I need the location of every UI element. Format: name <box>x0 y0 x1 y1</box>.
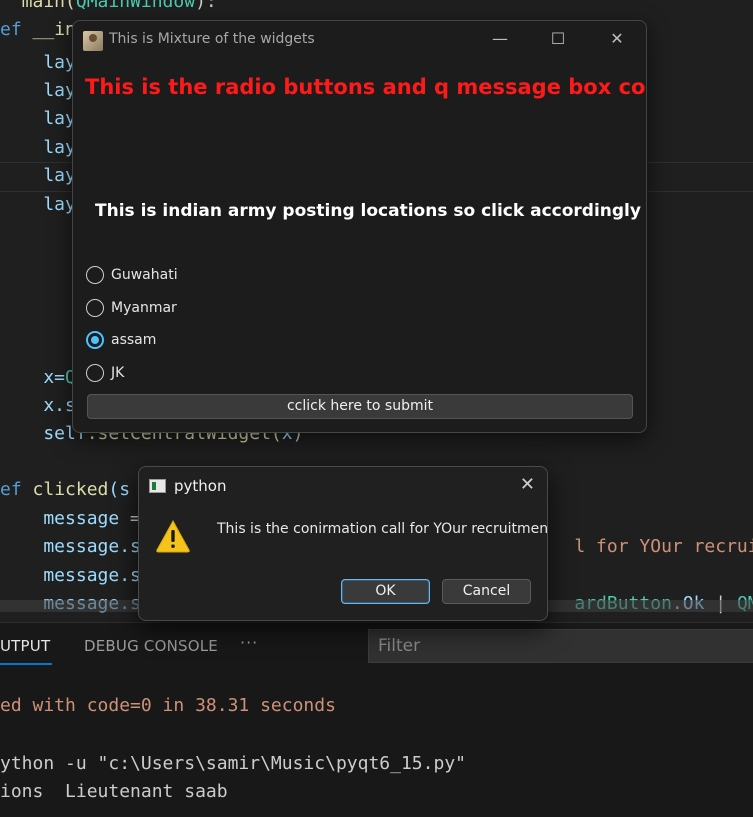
radio-indicator[interactable] <box>86 364 104 382</box>
close-icon[interactable]: ✕ <box>520 474 535 495</box>
cancel-button[interactable]: Cancel <box>442 579 531 604</box>
ok-button[interactable]: OK <box>341 579 430 604</box>
code-line: lay <box>0 108 76 129</box>
radio-indicator[interactable] <box>86 266 104 284</box>
filter-input[interactable]: Filter <box>368 629 753 663</box>
window-title: This is Mixture of the widgets <box>109 31 315 47</box>
maximize-icon[interactable]: ☐ <box>544 28 572 50</box>
python-app-icon <box>149 479 166 493</box>
code-line: ef __in <box>0 19 76 40</box>
tab-debug-console[interactable]: DEBUG CONSOLE <box>84 637 218 655</box>
dialog-message: This is the conirmation call for YOur re… <box>217 521 548 537</box>
output-line: ython -u "c:\Users\samir\Music\pyqt6_15.… <box>0 753 466 774</box>
radio-myanmar[interactable]: Myanmar <box>86 297 177 319</box>
message-box-dialog: python ✕ This is the conirmation call fo… <box>138 466 548 621</box>
radio-label: Guwahati <box>111 267 178 283</box>
code-line: lay <box>0 80 76 101</box>
radio-jk[interactable]: JK <box>86 362 124 384</box>
heading-label: This is the radio buttons and q message … <box>85 75 647 99</box>
code-line: message = <box>0 508 141 529</box>
warning-icon <box>156 519 190 553</box>
radio-assam[interactable]: assam <box>86 329 156 351</box>
bottom-panel: UTPUT DEBUG CONSOLE ··· Filter ed with c… <box>0 622 753 817</box>
close-icon[interactable]: ✕ <box>603 28 631 50</box>
pyqt-main-window: This is Mixture of the widgets — ☐ ✕ Thi… <box>72 20 647 433</box>
minimize-icon[interactable]: — <box>486 28 514 50</box>
window-title-bar[interactable]: This is Mixture of the widgets — ☐ ✕ <box>73 21 646 59</box>
radio-indicator[interactable] <box>86 299 104 317</box>
radio-label: JK <box>111 365 125 381</box>
code-line: ef clicked(s <box>0 479 131 500</box>
tab-output[interactable]: UTPUT <box>0 637 50 655</box>
radio-guwahati[interactable]: Guwahati <box>86 264 178 286</box>
radio-label: Myanmar <box>111 300 177 316</box>
submit-button[interactable]: cclick here to submit <box>87 394 633 419</box>
active-tab-indicator <box>0 663 52 665</box>
subheading-label: This is indian army posting locations so… <box>95 201 641 221</box>
app-icon <box>83 31 103 51</box>
output-line: ions Lieutenant saab <box>0 781 228 802</box>
code-line: main(QMainWindow): <box>0 0 217 12</box>
code-line: lay <box>0 194 76 215</box>
more-actions-icon[interactable]: ··· <box>240 633 258 652</box>
output-line: ed with code=0 in 38.31 seconds <box>0 695 336 716</box>
radio-label: assam <box>111 332 157 348</box>
code-line: lay <box>0 52 76 73</box>
radio-indicator-checked[interactable] <box>86 331 104 349</box>
code-line: message.s <box>0 565 141 586</box>
code-line: lay <box>0 137 76 158</box>
dialog-title: python <box>174 477 227 495</box>
code-line: lay <box>0 165 76 186</box>
